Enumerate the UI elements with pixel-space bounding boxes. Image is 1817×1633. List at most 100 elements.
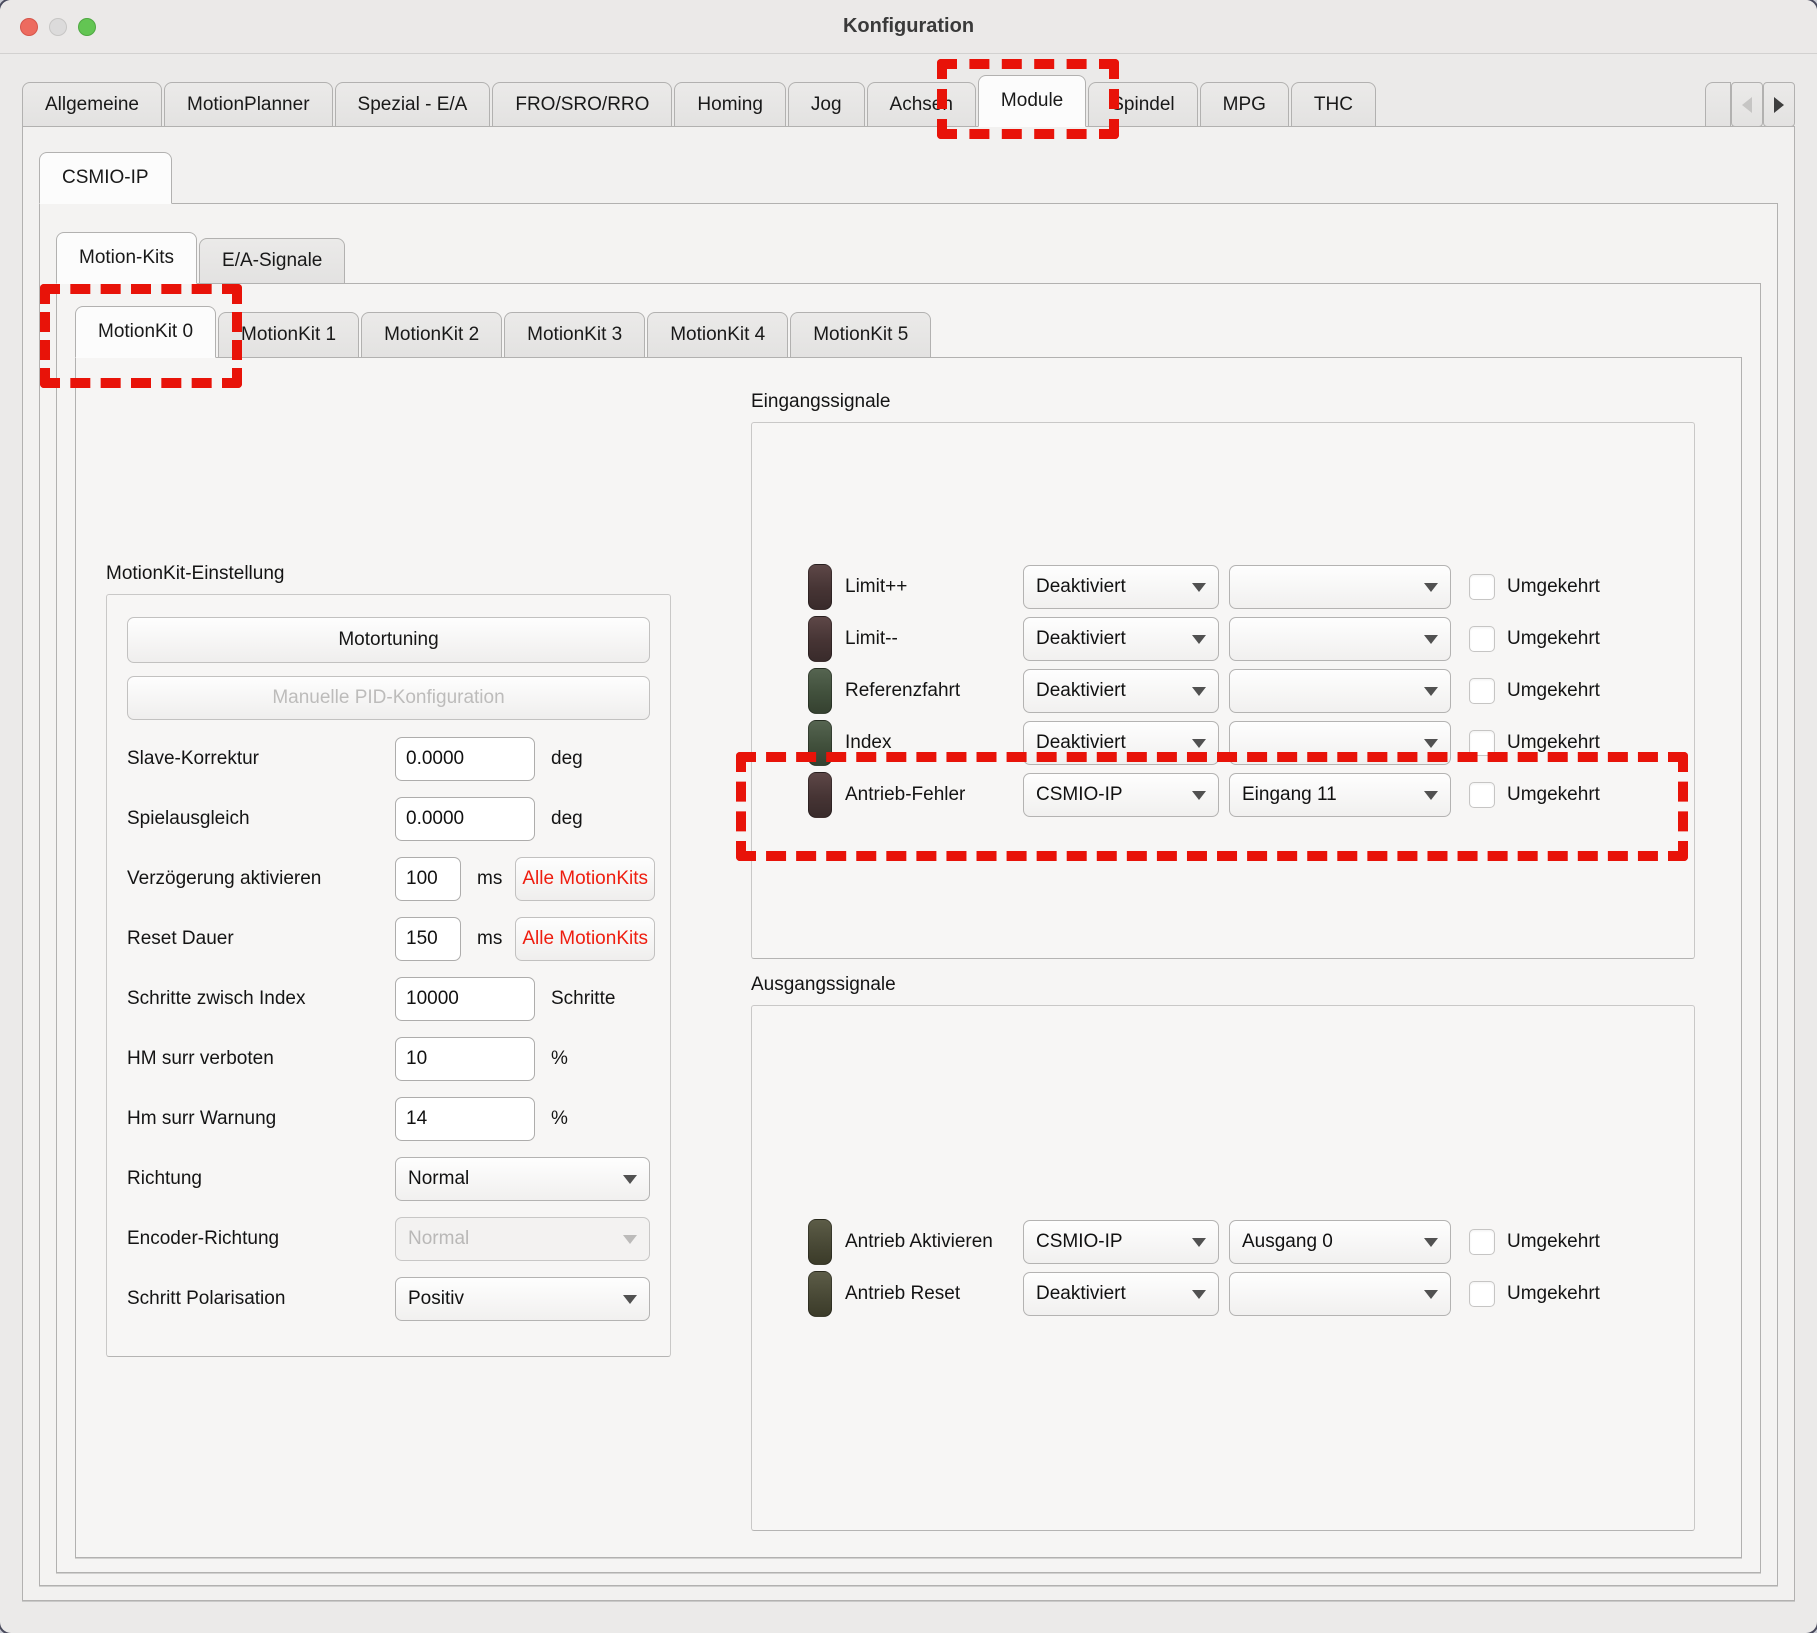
field-row-hm-verboten: HM surr verboten %	[127, 1037, 650, 1081]
field-unit: deg	[551, 748, 583, 770]
signal-row-limit-minus: Limit-- Deaktiviert	[808, 617, 1674, 661]
schritt-polarisation-select[interactable]: Positiv	[395, 1277, 650, 1321]
field-unit: %	[551, 1048, 568, 1070]
pin-select[interactable]: Ausgang 0	[1229, 1220, 1451, 1264]
alle-motionkits-button[interactable]: Alle MotionKits	[515, 917, 655, 961]
signal-label: Antrieb Reset	[845, 1283, 1023, 1305]
motortuning-button[interactable]: Motortuning	[127, 617, 650, 663]
tab-motionkit-2[interactable]: MotionKit 2	[361, 312, 502, 358]
tab-motionkit-4[interactable]: MotionKit 4	[647, 312, 788, 358]
field-label: Richtung	[127, 1168, 395, 1190]
tab-spezial-ea[interactable]: Spezial - E/A	[335, 82, 491, 127]
device-select[interactable]: Deaktiviert	[1023, 1272, 1219, 1316]
signal-row-antrieb-reset: Antrieb Reset Deaktiviert	[808, 1272, 1674, 1316]
invert-label: Umgekehrt	[1507, 680, 1600, 702]
verzoegerung-input[interactable]	[395, 857, 461, 901]
invert-checkbox[interactable]	[1469, 574, 1495, 600]
tab-homing[interactable]: Homing	[674, 82, 785, 127]
slave-korrektur-input[interactable]	[395, 737, 535, 781]
signal-row-index: Index Deaktiviert	[808, 721, 1674, 765]
signal-row-antrieb-aktivieren: Antrieb Aktivieren CSMIO-IP Ausgang 0	[808, 1220, 1674, 1264]
field-row-schritte-index: Schritte zwisch Index Schritte	[127, 977, 650, 1021]
invert-checkbox[interactable]	[1469, 1229, 1495, 1255]
chevron-down-icon	[1192, 739, 1206, 748]
manual-pid-button: Manuelle PID-Konfiguration	[127, 676, 650, 720]
tab-motionkit-1[interactable]: MotionKit 1	[218, 312, 359, 358]
zoom-window-icon[interactable]	[78, 18, 96, 36]
field-label: Spielausgleich	[127, 808, 395, 830]
tab-scroll-right-button[interactable]	[1763, 82, 1795, 127]
tab-motionplanner[interactable]: MotionPlanner	[164, 82, 333, 127]
tab-achsen[interactable]: Achsen	[867, 82, 976, 127]
titlebar: Konfiguration	[0, 0, 1817, 54]
tab-jog[interactable]: Jog	[788, 82, 865, 127]
motionkit0-page: MotionKit-Einstellung Motortuning Manuel…	[75, 357, 1742, 1558]
device-select[interactable]: CSMIO-IP	[1023, 1220, 1219, 1264]
chevron-down-icon	[1192, 1238, 1206, 1247]
device-select[interactable]: Deaktiviert	[1023, 617, 1219, 661]
tab-module[interactable]: Module	[978, 75, 1086, 127]
field-row-slave-korrektur: Slave-Korrektur deg	[127, 737, 650, 781]
richtung-select[interactable]: Normal	[395, 1157, 650, 1201]
field-unit: deg	[551, 808, 583, 830]
pin-select[interactable]	[1229, 1272, 1451, 1316]
signal-row-limit-plus: Limit++ Deaktiviert	[808, 565, 1674, 609]
tab-spindel[interactable]: Spindel	[1088, 82, 1197, 127]
tab-allgemeine[interactable]: Allgemeine	[22, 82, 162, 127]
invert-label: Umgekehrt	[1507, 576, 1600, 598]
csmio-tab-bar: CSMIO-IP	[39, 152, 1778, 204]
hm-warnung-input[interactable]	[395, 1097, 535, 1141]
invert-checkbox[interactable]	[1469, 782, 1495, 808]
invert-checkbox[interactable]	[1469, 730, 1495, 756]
device-select[interactable]: CSMIO-IP	[1023, 773, 1219, 817]
tab-fro-sro-rro[interactable]: FRO/SRO/RRO	[492, 82, 672, 127]
motionkit-settings-section: MotionKit-Einstellung Motortuning Manuel…	[106, 563, 671, 1537]
tab-scroll-left-button[interactable]	[1731, 82, 1763, 127]
chevron-down-icon	[1192, 687, 1206, 696]
invert-checkbox[interactable]	[1469, 678, 1495, 704]
tab-mpg[interactable]: MPG	[1200, 82, 1289, 127]
field-label: HM surr verboten	[127, 1048, 395, 1070]
invert-label: Umgekehrt	[1507, 1231, 1600, 1253]
pin-select[interactable]	[1229, 669, 1451, 713]
chevron-left-icon	[1742, 97, 1752, 113]
chevron-down-icon	[1424, 1238, 1438, 1247]
invert-label: Umgekehrt	[1507, 628, 1600, 650]
settings-title: MotionKit-Einstellung	[106, 563, 671, 585]
close-window-icon[interactable]	[20, 18, 38, 36]
schritte-index-input[interactable]	[395, 977, 535, 1021]
field-row-richtung: Richtung Normal	[127, 1157, 650, 1201]
status-led	[808, 1219, 832, 1265]
reset-dauer-input[interactable]	[395, 917, 461, 961]
invert-checkbox[interactable]	[1469, 1281, 1495, 1307]
pin-select[interactable]	[1229, 617, 1451, 661]
status-led	[808, 564, 832, 610]
device-select[interactable]: Deaktiviert	[1023, 721, 1219, 765]
field-label: Schritt Polarisation	[127, 1288, 395, 1310]
settings-box: Motortuning Manuelle PID-Konfiguration S…	[106, 594, 671, 1357]
field-label: Slave-Korrektur	[127, 748, 395, 770]
spielausgleich-input[interactable]	[395, 797, 535, 841]
status-led	[808, 772, 832, 818]
status-led	[808, 1271, 832, 1317]
chevron-down-icon	[1192, 791, 1206, 800]
pin-select[interactable]	[1229, 565, 1451, 609]
tab-thc[interactable]: THC	[1291, 82, 1376, 127]
chevron-down-icon	[1192, 583, 1206, 592]
hm-verboten-input[interactable]	[395, 1037, 535, 1081]
invert-checkbox[interactable]	[1469, 626, 1495, 652]
device-select[interactable]: Deaktiviert	[1023, 565, 1219, 609]
device-select[interactable]: Deaktiviert	[1023, 669, 1219, 713]
chevron-down-icon	[1424, 1290, 1438, 1299]
tab-ea-signale[interactable]: E/A-Signale	[199, 238, 345, 284]
pin-select[interactable]: Eingang 11	[1229, 773, 1451, 817]
tab-motionkit-3[interactable]: MotionKit 3	[504, 312, 645, 358]
alle-motionkits-button[interactable]: Alle MotionKits	[515, 857, 655, 901]
pin-select[interactable]	[1229, 721, 1451, 765]
tab-csmio-ip[interactable]: CSMIO-IP	[39, 152, 172, 204]
traffic-lights	[20, 0, 107, 53]
tab-motion-kits[interactable]: Motion-Kits	[56, 232, 197, 284]
tab-motionkit-0[interactable]: MotionKit 0	[75, 306, 216, 358]
chevron-down-icon	[1192, 1290, 1206, 1299]
tab-motionkit-5[interactable]: MotionKit 5	[790, 312, 931, 358]
